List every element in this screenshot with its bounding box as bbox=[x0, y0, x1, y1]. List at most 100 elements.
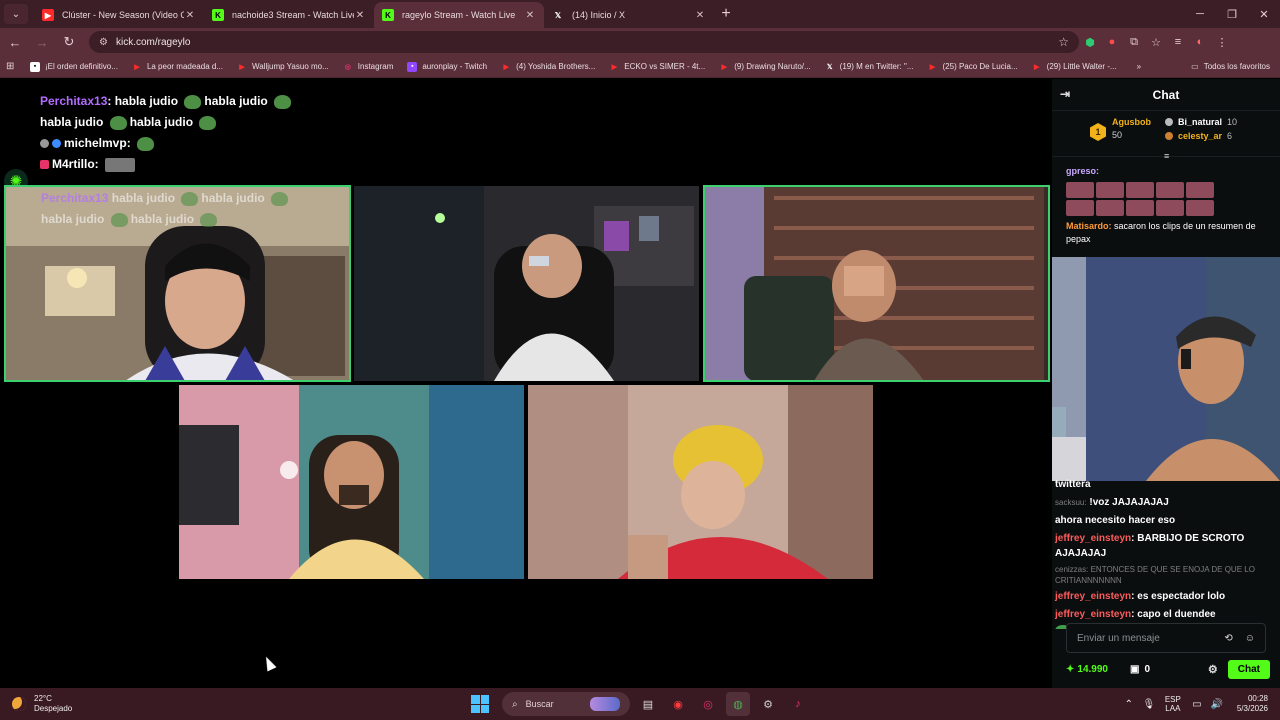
mouse-cursor bbox=[261, 654, 277, 672]
webcam-2 bbox=[354, 186, 699, 381]
app-red-icon[interactable]: ◉ bbox=[666, 692, 690, 716]
x-twitter-icon: 𝕏 bbox=[554, 10, 562, 20]
youtube-icon: ▶ bbox=[929, 63, 936, 71]
language-indicator[interactable]: ESP LAA bbox=[1165, 695, 1181, 713]
chat-message: cenizzas: ENTONCES DE QUE SE ENOJA DE QU… bbox=[1055, 565, 1255, 585]
emote-icon bbox=[1066, 182, 1094, 198]
chat-message-input[interactable]: Enviar un mensaje ⟲ ☺ bbox=[1066, 623, 1266, 653]
tiktok-icon[interactable]: ♪ bbox=[786, 692, 810, 716]
bookmark-item[interactable]: ▪ auronplay - Twitch bbox=[407, 61, 487, 72]
tab-search-button[interactable]: ⌄ bbox=[4, 4, 28, 24]
new-tab-button[interactable]: + bbox=[714, 5, 738, 23]
tab-title: Clúster - New Season (Video O bbox=[62, 10, 184, 20]
taskbar-search[interactable]: ⌕ Buscar bbox=[502, 692, 630, 716]
translate-icon[interactable]: ⟲ bbox=[1224, 633, 1232, 644]
apps-grid-icon[interactable]: ⊞ bbox=[6, 61, 20, 72]
extension-red-icon[interactable]: ● bbox=[1101, 31, 1123, 53]
minimize-icon[interactable]: ─ bbox=[1184, 0, 1216, 28]
more-bookmarks-icon[interactable]: » bbox=[1137, 62, 1141, 71]
bookmark-item[interactable]: ▶ Walljump Yasuo mo... bbox=[237, 62, 328, 72]
webcam-image bbox=[704, 186, 1049, 381]
reading-list-icon[interactable]: ≡ bbox=[1167, 31, 1189, 53]
gifter-row[interactable]: celesty_ar 6 bbox=[1165, 131, 1237, 141]
bookmark-item[interactable]: ▶ La peor madeada d... bbox=[132, 62, 223, 72]
bookmark-item[interactable]: ▪ ¡El orden definitivo... bbox=[30, 61, 118, 72]
show-hidden-icons-icon[interactable]: ⌃ bbox=[1119, 699, 1139, 710]
tab-strip: ⌄ ▶ Clúster - New Season (Video O ✕ K na… bbox=[0, 0, 1280, 28]
video-player[interactable]: Perchitax13: habla judio habla judio hab… bbox=[0, 79, 1052, 688]
emoji-icon[interactable]: ☺ bbox=[1245, 633, 1255, 644]
chat-input-icons: ⟲ ☺ bbox=[1224, 633, 1255, 644]
reload-icon[interactable]: ↻ bbox=[57, 34, 81, 50]
bookmark-item[interactable]: ◎ Instagram bbox=[343, 62, 394, 72]
chat-panel: ⇥ Chat 1 Agusbob 50 Bi_natural 10 celesty… bbox=[1052, 79, 1280, 688]
tab-0[interactable]: ▶ Clúster - New Season (Video O ✕ bbox=[34, 2, 204, 28]
chrome-icon[interactable]: ◍ bbox=[726, 692, 750, 716]
favorites-icon[interactable]: ☆ bbox=[1145, 31, 1167, 53]
twitch-icon: ▪ bbox=[407, 61, 418, 72]
bookmark-item[interactable]: ▶ (9) Drawing Naruto/... bbox=[719, 62, 811, 72]
bookmark-star-icon[interactable]: ☆ bbox=[1058, 35, 1069, 49]
menu-dots-icon[interactable]: ⋮ bbox=[1211, 31, 1233, 53]
close-tab-icon[interactable]: ✕ bbox=[524, 10, 536, 21]
forward-icon[interactable]: → bbox=[30, 35, 54, 50]
start-button[interactable] bbox=[468, 692, 492, 716]
chat-header: ⇥ Chat bbox=[1052, 79, 1280, 111]
bookmark-item[interactable]: ▶ ECKO vs SIMER - 4t... bbox=[609, 62, 706, 72]
clock[interactable]: 00:28 5/3/2026 bbox=[1237, 694, 1268, 714]
chat-message: Matisardo: sacaron los clips de un resum… bbox=[1066, 221, 1256, 244]
moon-icon bbox=[12, 697, 26, 711]
emote-icon bbox=[1096, 200, 1124, 216]
chat-message: ahora necesito hacer eso bbox=[1055, 515, 1176, 526]
kicks-balance[interactable]: ✦ 14.990 bbox=[1066, 664, 1108, 675]
send-chat-button[interactable]: Chat bbox=[1227, 659, 1270, 679]
top-gifter[interactable]: Agusbob 50 bbox=[1112, 117, 1151, 140]
extensions-puzzle-icon[interactable]: ⧉ bbox=[1123, 31, 1145, 53]
collapse-chat-icon[interactable]: ⇥ bbox=[1060, 87, 1070, 101]
tab-1[interactable]: K nachoide3 Stream - Watch Live ✕ bbox=[204, 2, 374, 28]
instagram-icon[interactable]: ◎ bbox=[696, 692, 720, 716]
chat-settings-icon[interactable]: ⚙ bbox=[1208, 663, 1218, 676]
badge-icon bbox=[40, 139, 49, 149]
webcam-3 bbox=[703, 185, 1050, 382]
close-tab-icon[interactable]: ✕ bbox=[694, 10, 706, 21]
bookmark-item[interactable]: ▶ (25) Paco De Lucia... bbox=[928, 62, 1018, 72]
stream-chat-overlay: Perchitax13: habla judio habla judio hab… bbox=[40, 91, 340, 175]
extension-green-icon[interactable]: ⬢ bbox=[1079, 31, 1101, 53]
overlay-line: habla judio habla judio bbox=[40, 112, 340, 133]
all-bookmarks[interactable]: ▭ Todos los favoritos bbox=[1191, 62, 1270, 71]
gifter-row[interactable]: Bi_natural 10 bbox=[1165, 117, 1237, 127]
bookmark-item[interactable]: ▶ (4) Yoshida Brothers... bbox=[501, 62, 595, 72]
back-icon[interactable]: ← bbox=[3, 35, 27, 50]
weather-widget[interactable]: 22°C Despejado bbox=[12, 694, 72, 714]
gifted-subs[interactable]: ▣ 0 bbox=[1130, 664, 1150, 675]
close-tab-icon[interactable]: ✕ bbox=[184, 10, 196, 21]
volume-icon[interactable]: 🔊 bbox=[1207, 699, 1227, 710]
toolbar: ← → ↻ ⚙ kick.com/rageylo ☆ ⬢ ● ⧉ ☆ ≡ ◐ ⋮ bbox=[0, 28, 1280, 56]
url-text: kick.com/rageylo bbox=[115, 36, 191, 48]
youtube-icon: ▶ bbox=[503, 63, 509, 71]
address-bar[interactable]: ⚙ kick.com/rageylo ☆ bbox=[89, 31, 1079, 53]
restore-icon[interactable]: ❐ bbox=[1216, 0, 1248, 28]
tab-3[interactable]: 𝕏 (14) Inicio / X ✕ bbox=[544, 2, 714, 28]
tab-2-active[interactable]: K rageylo Stream - Watch Live ✕ bbox=[374, 2, 544, 28]
webcam-image bbox=[354, 186, 699, 381]
steam-icon[interactable]: ⚙ bbox=[756, 692, 780, 716]
close-tab-icon[interactable]: ✕ bbox=[354, 10, 366, 21]
folder-icon: ▭ bbox=[1191, 62, 1199, 71]
bookmark-item[interactable]: ▶ (29) Little Walter -... bbox=[1032, 62, 1117, 72]
gifter-badge-icon bbox=[1165, 118, 1173, 126]
site-info-icon[interactable]: ⚙ bbox=[99, 37, 108, 48]
network-icon[interactable]: ▭ bbox=[1187, 699, 1207, 710]
microphone-icon[interactable]: 🎙 bbox=[1139, 699, 1159, 710]
weather-text: 22°C Despejado bbox=[34, 694, 73, 713]
kick-coin-icon: ✦ bbox=[1066, 663, 1075, 675]
bookmark-item[interactable]: 𝕏 (19) M en Twitter: "... bbox=[825, 62, 914, 72]
file-explorer-icon[interactable]: ▤ bbox=[636, 692, 660, 716]
profile-avatar-icon[interactable]: ◐ bbox=[1189, 31, 1211, 53]
tab-title: rageylo Stream - Watch Live bbox=[402, 10, 516, 20]
badge-icon bbox=[52, 139, 61, 149]
window-controls: ─ ❐ ✕ bbox=[1184, 0, 1280, 28]
close-window-icon[interactable]: ✕ bbox=[1248, 0, 1280, 28]
chat-message: jeffrey_einsteyn: BARBIJO DE SCROTO AJAJ… bbox=[1055, 533, 1245, 559]
